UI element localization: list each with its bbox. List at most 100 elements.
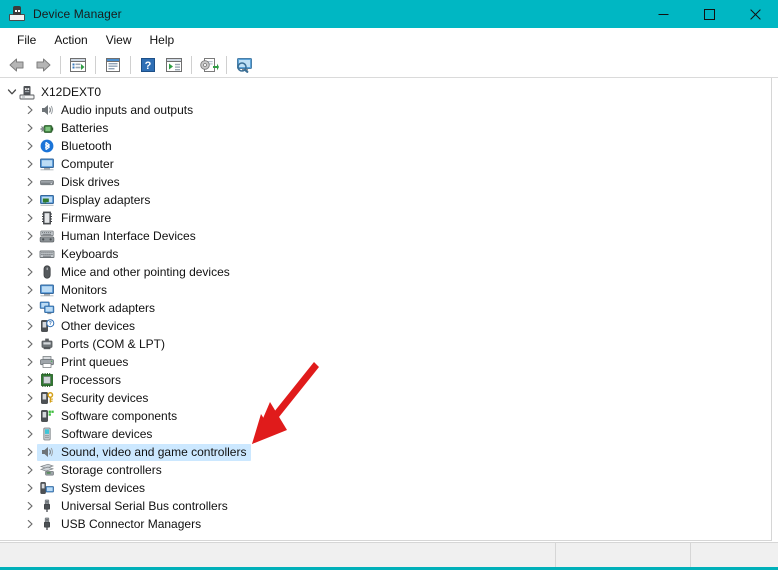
device-tree-panel[interactable]: X12DEXT0 Audio inputs and outputs	[0, 78, 772, 541]
chevron-right-icon[interactable]	[23, 191, 37, 209]
help-button[interactable]: ?	[136, 54, 160, 76]
firmware-chip-icon	[39, 210, 55, 226]
tree-item-other-devices[interactable]: ? Other devices	[0, 317, 771, 335]
chevron-right-icon[interactable]	[23, 317, 37, 335]
status-pane-secondary	[556, 543, 691, 567]
tree-item-batteries[interactable]: Batteries	[0, 119, 771, 137]
chevron-right-icon[interactable]	[23, 479, 37, 497]
details-pane-icon	[165, 57, 183, 73]
chevron-right-icon[interactable]	[23, 263, 37, 281]
tree-item-label: Universal Serial Bus controllers	[61, 498, 228, 514]
network-adapter-icon	[39, 300, 55, 316]
window-controls	[640, 0, 778, 28]
tree-item-label: System devices	[61, 480, 145, 496]
tree-item-disk-drives[interactable]: Disk drives	[0, 173, 771, 191]
chevron-right-icon[interactable]	[23, 299, 37, 317]
speaker-icon	[39, 102, 55, 118]
tree-item-processors[interactable]: Processors	[0, 371, 771, 389]
forward-arrow-icon	[34, 57, 52, 73]
minimize-icon	[658, 9, 669, 20]
chevron-right-icon[interactable]	[23, 281, 37, 299]
chevron-right-icon[interactable]	[23, 155, 37, 173]
toolbar-separator-5	[226, 56, 227, 74]
tree-item-usb-connector-managers[interactable]: USB Connector Managers	[0, 515, 771, 533]
back-button[interactable]	[5, 54, 29, 76]
tree-item-computer[interactable]: Computer	[0, 155, 771, 173]
chevron-right-icon[interactable]	[23, 515, 37, 533]
chevron-right-icon[interactable]	[23, 173, 37, 191]
show-details-button[interactable]	[162, 54, 186, 76]
chevron-right-icon[interactable]	[23, 461, 37, 479]
chevron-right-icon[interactable]	[23, 389, 37, 407]
chevron-right-icon[interactable]	[23, 353, 37, 371]
tree-item-label: Sound, video and game controllers	[61, 444, 246, 460]
tree-item-label: Display adapters	[61, 192, 150, 208]
chevron-right-icon[interactable]	[23, 407, 37, 425]
minimize-button[interactable]	[640, 0, 686, 28]
bluetooth-icon	[39, 138, 55, 154]
svg-text:?: ?	[145, 60, 152, 72]
chevron-down-icon[interactable]	[5, 83, 19, 101]
tree-item-security-devices[interactable]: Security devices	[0, 389, 771, 407]
chevron-right-icon[interactable]	[23, 425, 37, 443]
tree-item-universal-serial-bus-controllers[interactable]: Universal Serial Bus controllers	[0, 497, 771, 515]
tree-item-print-queues[interactable]: Print queues	[0, 353, 771, 371]
chevron-right-icon[interactable]	[23, 245, 37, 263]
menu-item-help[interactable]: Help	[141, 30, 184, 50]
tree-item-network-adapters[interactable]: Network adapters	[0, 299, 771, 317]
chevron-right-icon[interactable]	[23, 335, 37, 353]
chevron-right-icon[interactable]	[23, 497, 37, 515]
tree-item-firmware[interactable]: Firmware	[0, 209, 771, 227]
properties-button[interactable]	[101, 54, 125, 76]
chevron-right-icon[interactable]	[23, 101, 37, 119]
chevron-right-icon[interactable]	[23, 443, 37, 461]
other-device-icon: ?	[39, 318, 55, 334]
chevron-right-icon[interactable]	[23, 119, 37, 137]
tree-item-bluetooth[interactable]: Bluetooth	[0, 137, 771, 155]
tree-item-label: USB Connector Managers	[61, 516, 201, 532]
tree-item-label: Software devices	[61, 426, 152, 442]
forward-button[interactable]	[31, 54, 55, 76]
show-hide-console-tree-button[interactable]	[66, 54, 90, 76]
menu-item-action[interactable]: Action	[45, 30, 96, 50]
title-bar[interactable]: Device Manager	[0, 0, 778, 28]
tree-item-mice-and-other-pointing-devices[interactable]: Mice and other pointing devices	[0, 263, 771, 281]
scan-for-hardware-changes-button[interactable]	[232, 54, 256, 76]
back-arrow-icon	[8, 57, 26, 73]
tree-item-keyboards[interactable]: Keyboards	[0, 245, 771, 263]
tree-item-label: Audio inputs and outputs	[61, 102, 193, 118]
maximize-button[interactable]	[686, 0, 732, 28]
tree-item-monitors[interactable]: Monitors	[0, 281, 771, 299]
tree-item-audio-inputs-and-outputs[interactable]: Audio inputs and outputs	[0, 101, 771, 119]
tree-item-label: Computer	[61, 156, 114, 172]
tree-item-software-components[interactable]: Software components	[0, 407, 771, 425]
display-adapter-icon	[39, 192, 55, 208]
tree-item-label: Ports (COM & LPT)	[61, 336, 165, 352]
chevron-right-icon[interactable]	[23, 227, 37, 245]
tree-item-display-adapters[interactable]: Display adapters	[0, 191, 771, 209]
tree-item-ports-com-and-lpt[interactable]: Ports (COM & LPT)	[0, 335, 771, 353]
software-component-icon	[39, 408, 55, 424]
tree-item-sound-video-and-game-controllers[interactable]: Sound, video and game controllers	[0, 443, 771, 461]
tree-item-human-interface-devices[interactable]: Human Interface Devices	[0, 227, 771, 245]
tree-item-label: Human Interface Devices	[61, 228, 196, 244]
usb-icon	[39, 498, 55, 514]
keyboard-icon	[39, 246, 55, 262]
processor-icon	[39, 372, 55, 388]
chevron-right-icon[interactable]	[23, 371, 37, 389]
toolbar-separator-4	[191, 56, 192, 74]
tree-item-storage-controllers[interactable]: Storage controllers	[0, 461, 771, 479]
tree-item-label: Security devices	[61, 390, 148, 406]
chevron-right-icon[interactable]	[23, 209, 37, 227]
chevron-right-icon[interactable]	[23, 137, 37, 155]
tree-item-software-devices[interactable]: Software devices	[0, 425, 771, 443]
device-manager-icon	[9, 6, 25, 22]
menu-item-file[interactable]: File	[8, 30, 45, 50]
tree-item-system-devices[interactable]: System devices	[0, 479, 771, 497]
tree-item-label: Storage controllers	[61, 462, 162, 478]
tree-root-label: X12DEXT0	[41, 84, 101, 100]
close-button[interactable]	[732, 0, 778, 28]
menu-item-view[interactable]: View	[97, 30, 141, 50]
update-driver-button[interactable]	[197, 54, 221, 76]
tree-root-node[interactable]: X12DEXT0	[0, 83, 771, 101]
